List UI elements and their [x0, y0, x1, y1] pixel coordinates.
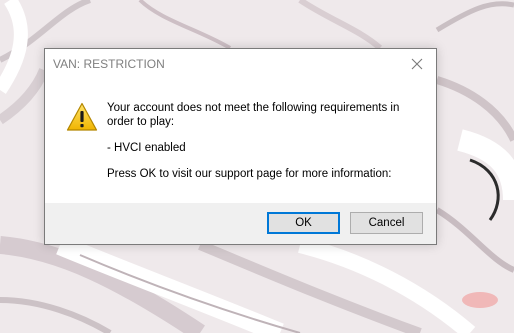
restriction-dialog: VAN: RESTRICTION Your account does not m… — [44, 48, 437, 245]
close-button[interactable] — [402, 51, 432, 77]
dialog-content: Your account does not meet the following… — [45, 79, 436, 203]
dialog-footer: OK Cancel — [45, 203, 436, 244]
close-icon — [411, 58, 423, 70]
message-requirement-item: - HVCI enabled — [107, 142, 186, 154]
warning-icon — [66, 102, 98, 131]
message-support-hint: Press OK to visit our support page for m… — [107, 168, 392, 180]
cancel-button[interactable]: Cancel — [350, 212, 423, 234]
dialog-title: VAN: RESTRICTION — [53, 57, 165, 71]
dialog-message: Your account does not meet the following… — [107, 101, 425, 181]
dialog-titlebar: VAN: RESTRICTION — [45, 49, 436, 79]
ok-button[interactable]: OK — [267, 212, 340, 234]
message-requirements-intro: Your account does not meet the following… — [107, 102, 400, 128]
